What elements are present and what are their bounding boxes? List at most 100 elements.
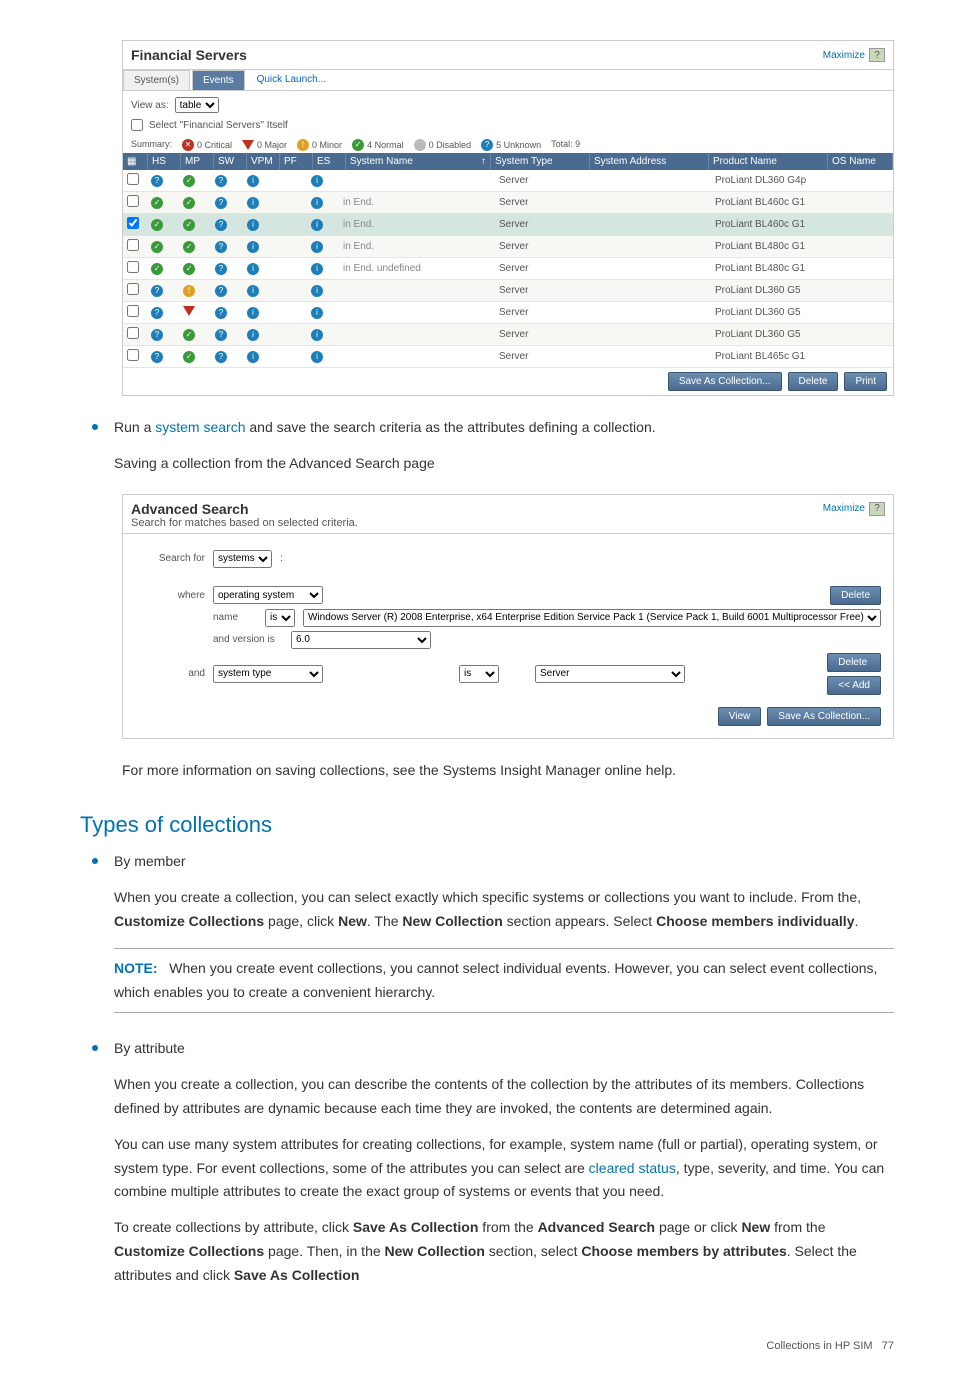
delete-button[interactable]: Delete (788, 372, 839, 391)
system-address (593, 178, 711, 184)
status-icon: i (311, 329, 323, 341)
panel-title: Financial Servers (131, 47, 247, 63)
status-icon: i (311, 241, 323, 253)
system-type: Server (495, 238, 593, 255)
maximize-link[interactable]: Maximize (823, 50, 865, 61)
status-icon: i (311, 285, 323, 297)
status-icon (183, 306, 195, 316)
status-icon: i (311, 307, 323, 319)
col-hs[interactable]: HS (148, 153, 181, 170)
criteria-op-select[interactable]: is (459, 665, 499, 683)
status-icon: ✓ (183, 263, 195, 275)
normal-icon: ✓ (352, 139, 364, 151)
col-pf[interactable]: PF (280, 153, 313, 170)
product-name: ProLiant BL480c G1 (711, 238, 829, 255)
table-row[interactable]: ✓✓?iiin End.ServerProLiant BL460c G1 (123, 192, 893, 214)
note-label: NOTE: (114, 960, 158, 976)
product-name: ProLiant BL460c G1 (711, 216, 829, 233)
col-vpm[interactable]: VPM (247, 153, 280, 170)
status-icon: ✓ (151, 197, 163, 209)
status-icon: ? (151, 175, 163, 187)
unknown-icon: ? (481, 139, 493, 151)
criteria-version-select[interactable]: 6.0 (291, 631, 431, 649)
quick-launch-link[interactable]: Quick Launch... (247, 70, 336, 90)
col-prod[interactable]: Product Name (709, 153, 828, 170)
system-type: Server (495, 194, 593, 211)
criteria-delete-button[interactable]: Delete (827, 653, 881, 672)
product-name: ProLiant DL360 G5 (711, 282, 829, 299)
help-icon[interactable]: ? (869, 502, 885, 516)
col-name[interactable]: System Name ↑ (346, 153, 491, 170)
add-criteria-button[interactable]: << Add (827, 676, 881, 695)
system-type: Server (495, 326, 593, 343)
panel-title: Advanced Search (131, 501, 249, 517)
tab-events[interactable]: Events (192, 70, 245, 90)
table-row[interactable]: ✓✓?iiin End.ServerProLiant BL460c G1 (123, 214, 893, 236)
status-icon: ? (215, 219, 227, 231)
table-row[interactable]: ✓✓?iiin End.ServerProLiant BL480c G1 (123, 236, 893, 258)
row-checkbox[interactable] (127, 195, 139, 207)
criteria-value-select[interactable]: Server (535, 665, 685, 683)
cleared-status-link[interactable]: cleared status (589, 1160, 676, 1176)
print-button[interactable]: Print (844, 372, 887, 391)
view-button[interactable]: View (718, 707, 762, 726)
maximize-link[interactable]: Maximize (823, 503, 865, 514)
os-name (829, 310, 893, 316)
product-name: ProLiant DL360 G4p (711, 172, 829, 189)
body-paragraph: When you create a collection, you can se… (114, 886, 894, 934)
select-itself-checkbox[interactable] (131, 119, 143, 131)
col-type[interactable]: System Type (491, 153, 590, 170)
col-os[interactable]: OS Name (828, 153, 893, 170)
save-as-collection-button[interactable]: Save As Collection... (767, 707, 881, 726)
status-icon: i (247, 175, 259, 187)
row-checkbox[interactable] (127, 239, 139, 251)
criteria-field-select[interactable]: system type (213, 665, 323, 683)
criteria-field-select[interactable]: operating system (213, 586, 323, 604)
system-address (593, 244, 711, 250)
row-checkbox[interactable] (127, 283, 139, 295)
col-es[interactable]: ES (313, 153, 346, 170)
save-as-collection-button[interactable]: Save As Collection... (668, 372, 782, 391)
row-checkbox[interactable] (127, 349, 139, 361)
financial-servers-panel: Financial Servers Maximize ? System(s) E… (122, 40, 894, 396)
product-name: ProLiant DL360 G5 (711, 304, 829, 321)
status-icon: i (247, 351, 259, 363)
table-row[interactable]: ?✓?iiServerProLiant DL360 G5 (123, 324, 893, 346)
system-search-link[interactable]: system search (155, 419, 245, 435)
criteria-value-select[interactable]: Windows Server (R) 2008 Enterprise, x64 … (303, 609, 881, 627)
status-icon: ? (215, 263, 227, 275)
view-as-select[interactable]: table (175, 97, 219, 113)
status-icon: ? (215, 307, 227, 319)
help-icon[interactable]: ? (869, 48, 885, 62)
critical-icon: ✕ (182, 139, 194, 151)
summary-prefix: Summary: (131, 139, 172, 151)
os-name (829, 222, 893, 228)
table-row[interactable]: ?✓?iiServerProLiant BL465c G1 (123, 346, 893, 368)
status-icon: ? (151, 285, 163, 297)
search-for-select[interactable]: systems (213, 550, 272, 568)
table-row[interactable]: ?!?iiServerProLiant DL360 G5 (123, 280, 893, 302)
criteria-op-select[interactable]: is (265, 609, 295, 627)
col-sw[interactable]: SW (214, 153, 247, 170)
criteria-delete-button[interactable]: Delete (830, 586, 881, 605)
row-checkbox[interactable] (127, 327, 139, 339)
table-row[interactable]: ✓✓?iiin End. undefinedServerProLiant BL4… (123, 258, 893, 280)
col-mp[interactable]: MP (181, 153, 214, 170)
status-icon: i (311, 175, 323, 187)
system-type: Server (495, 348, 593, 365)
row-checkbox[interactable] (127, 261, 139, 273)
note-block: NOTE: When you create event collections,… (114, 948, 894, 1014)
row-checkbox[interactable] (127, 217, 139, 229)
header-checkbox-icon[interactable]: ▦ (123, 153, 148, 170)
row-checkbox[interactable] (127, 173, 139, 185)
system-address (593, 332, 711, 338)
bullet-icon (92, 858, 98, 864)
row-checkbox[interactable] (127, 305, 139, 317)
col-addr[interactable]: System Address (590, 153, 709, 170)
status-icon: ? (215, 241, 227, 253)
table-row[interactable]: ?✓?iiServerProLiant DL360 G4p (123, 170, 893, 192)
status-icon: i (247, 285, 259, 297)
tab-systems[interactable]: System(s) (123, 70, 190, 90)
table-row[interactable]: ??iiServerProLiant DL360 G5 (123, 302, 893, 324)
minor-icon: ! (297, 139, 309, 151)
